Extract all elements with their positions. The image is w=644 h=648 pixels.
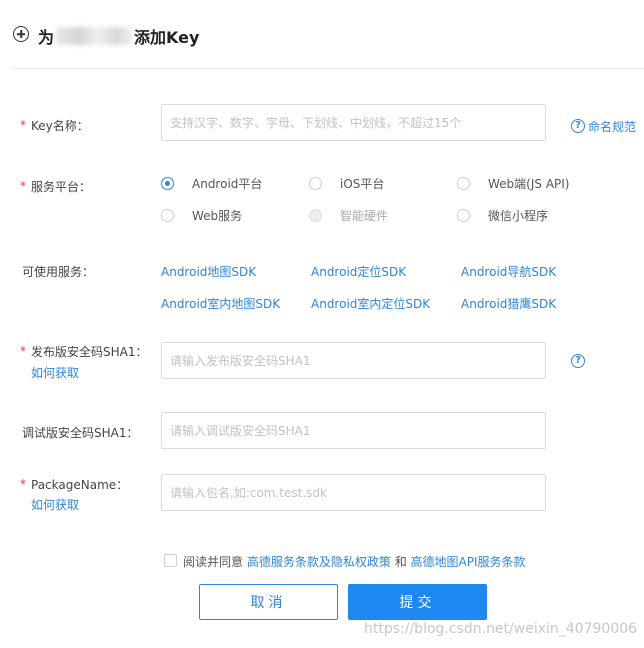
page-title: 为 添加Key [38,24,199,48]
service-link[interactable]: Android室内定位SDK [311,295,430,312]
debug-sha1-input[interactable] [161,412,546,449]
key-name-input[interactable] [161,104,546,141]
terms-privacy-link[interactable]: 高德服务条款及隐私权政策 [247,555,391,569]
radio-label: iOS平台 [340,177,385,191]
service-link[interactable]: Android猎鹰SDK [461,295,556,312]
radio-ios[interactable]: iOS平台 [309,175,384,192]
redacted-app-name [56,27,133,45]
platform-label: 服务平台： [20,178,91,195]
agreement-prefix: 阅读并同意 [183,555,244,569]
add-circle-icon [13,26,29,42]
radio-icon[interactable] [457,177,470,190]
radio-icon[interactable] [309,177,322,190]
help-icon[interactable]: ? [571,354,585,368]
package-name-input[interactable] [161,474,546,511]
service-link[interactable]: Android地图SDK [161,263,256,280]
service-link[interactable]: Android定位SDK [311,263,406,280]
package-name-how-link[interactable]: 如何获取 [31,496,79,513]
services-label: 可使用服务： [22,265,95,279]
radio-wechat-miniprogram[interactable]: 微信小程序 [457,207,548,224]
release-sha1-label: 发布版安全码SHA1： [20,343,147,360]
package-name-label: PackageName： [20,476,128,493]
api-terms-link[interactable]: 高德地图API服务条款 [411,555,526,569]
submit-button[interactable]: 提交 [348,584,487,620]
agreement-checkbox[interactable] [164,554,177,567]
radio-label: 微信小程序 [488,209,549,223]
radio-label: Web服务 [192,209,243,223]
radio-icon[interactable] [457,209,470,222]
agreement-and: 和 [394,555,407,569]
title-suffix: 添加Key [134,28,200,47]
service-link[interactable]: Android室内地图SDK [161,295,280,312]
header-divider [12,68,644,69]
radio-label: Web端(JS API) [488,177,570,191]
key-name-label: Key名称： [20,117,89,134]
radio-icon[interactable] [161,209,174,222]
radio-web-js[interactable]: Web端(JS API) [457,175,569,192]
debug-sha1-label: 调试版安全码SHA1： [22,426,139,440]
title-prefix: 为 [38,28,55,47]
help-icon[interactable]: ? [571,119,585,133]
radio-checked-icon[interactable] [161,177,174,190]
cancel-button[interactable]: 取消 [199,584,338,620]
release-sha1-how-link[interactable]: 如何获取 [31,364,79,381]
radio-label: 智能硬件 [340,209,389,223]
radio-android[interactable]: Android平台 [161,175,262,192]
watermark-text: https://blog.csdn.net/weixin_40790006 [364,621,638,637]
radio-label: Android平台 [192,177,263,191]
naming-rules-link[interactable]: 命名规范 [588,118,636,135]
service-link[interactable]: Android导航SDK [461,263,556,280]
radio-web-service[interactable]: Web服务 [161,207,242,224]
agreement-text: 阅读并同意 高德服务条款及隐私权政策 和 高德地图API服务条款 [183,553,526,570]
radio-disabled-icon [309,209,322,222]
release-sha1-input[interactable] [161,342,546,379]
radio-smart-hardware: 智能硬件 [309,207,388,224]
